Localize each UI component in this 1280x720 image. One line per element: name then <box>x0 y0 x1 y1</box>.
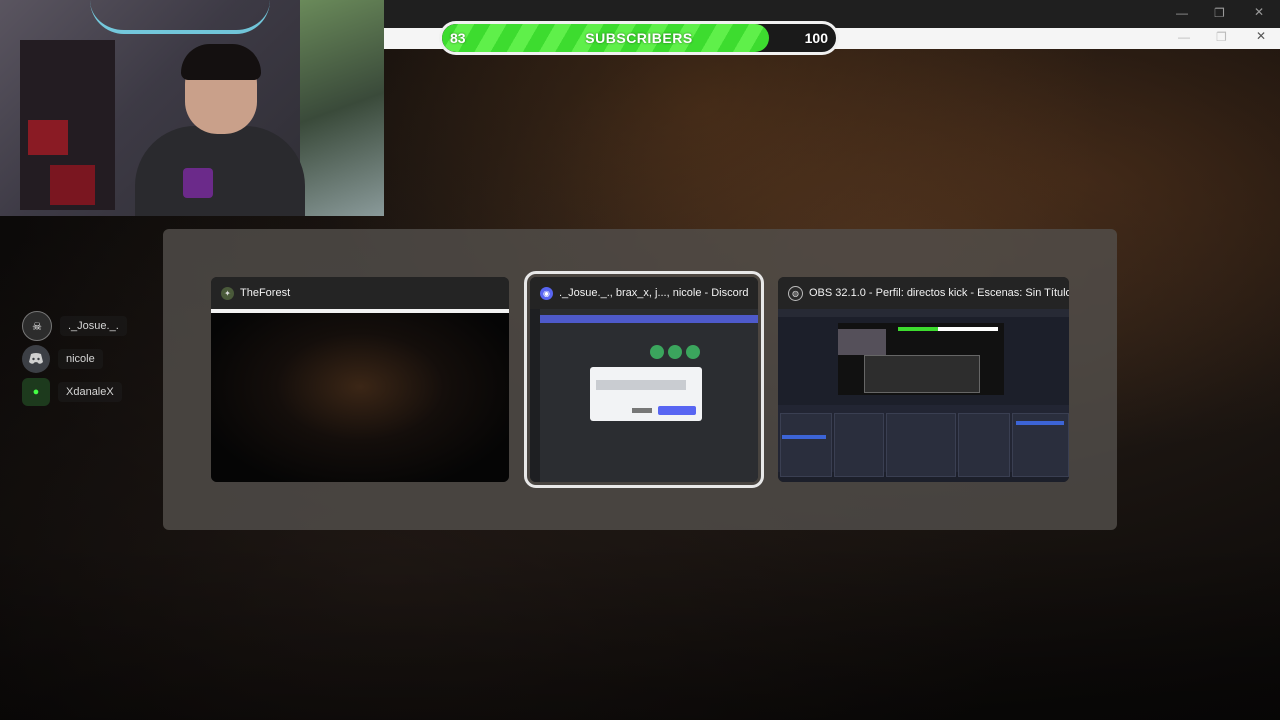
window-caption: ✦ TheForest <box>211 277 509 309</box>
voice-user-name: nicole <box>58 349 103 369</box>
preview-top-bar <box>211 309 509 313</box>
discord-audio-dialog <box>590 367 702 421</box>
discord-banner <box>540 315 758 323</box>
obs-menu-bar <box>778 309 1069 317</box>
webcam-overlay <box>0 0 384 216</box>
window-thumbnail-obs[interactable]: ◍ OBS 32.1.0 - Perfil: directos kick - E… <box>778 277 1069 482</box>
obs-transitions-dock <box>958 413 1010 477</box>
obs-webcam-source <box>838 329 886 355</box>
discord-voice-avatars <box>650 345 720 361</box>
theforest-preview <box>211 309 509 482</box>
green-avatar-icon: ● <box>22 378 50 406</box>
voice-user: ☠ ._Josue._. <box>22 311 127 341</box>
discord-server-list <box>530 309 540 482</box>
obs-inner-panel <box>864 355 980 393</box>
obs-canvas <box>838 323 1004 395</box>
voice-overlay: ☠ ._Josue._. nicole ● XdanaleX <box>22 311 127 411</box>
dialog-cancel <box>632 408 652 413</box>
minimize-icon-2[interactable]: — <box>1178 30 1190 44</box>
obs-scenes-dock <box>780 413 832 477</box>
discord-preview <box>530 309 758 482</box>
dialog-confirm <box>658 406 696 415</box>
streamer <box>135 44 305 216</box>
shelf-box <box>50 165 95 205</box>
window-thumbnail-theforest[interactable]: ✦ TheForest <box>211 277 509 482</box>
hoodie <box>135 126 305 216</box>
restore-icon[interactable]: ❐ <box>1214 6 1225 20</box>
shelf-box <box>28 120 68 155</box>
obs-sub-fill <box>898 327 938 331</box>
obs-preview <box>778 309 1069 482</box>
obs-start-button <box>1016 421 1064 425</box>
skull-avatar-icon: ☠ <box>22 311 52 341</box>
subscriber-goal-count: 100 <box>804 30 828 46</box>
voice-user: nicole <box>22 345 127 373</box>
voice-user-name: XdanaleX <box>58 382 122 402</box>
wall-art <box>300 0 384 216</box>
window-caption: ◉ ._Josue._., brax_x, j..., nicole - Dis… <box>530 277 758 309</box>
close-icon-2[interactable]: ✕ <box>1256 29 1266 43</box>
window-title: TheForest <box>240 287 291 299</box>
neon-light <box>90 0 270 34</box>
shelf <box>20 40 115 210</box>
subscriber-current-count: 83 <box>450 30 466 46</box>
window-title: ._Josue._., brax_x, j..., nicole - Disco… <box>559 287 749 299</box>
discord-icon: ◉ <box>540 286 553 300</box>
subscriber-goal-bar: SUBSCRIBERS 83 100 <box>439 21 839 55</box>
voice-user-name: ._Josue._. <box>60 316 127 336</box>
obs-sources-dock <box>834 413 884 477</box>
window-caption: ◍ OBS 32.1.0 - Perfil: directos kick - E… <box>778 277 1069 309</box>
restore-icon-2[interactable]: ❐ <box>1216 30 1227 44</box>
dialog-description <box>596 380 686 390</box>
obs-icon: ◍ <box>788 285 803 301</box>
ground-shadow <box>0 540 1280 720</box>
obs-audio-mixer <box>886 413 956 477</box>
obs-active-scene <box>782 435 826 439</box>
window-thumbnail-discord[interactable]: ◉ ._Josue._., brax_x, j..., nicole - Dis… <box>524 271 764 488</box>
hair <box>181 44 261 80</box>
theforest-icon: ✦ <box>221 286 234 300</box>
minimize-icon[interactable]: — <box>1176 6 1188 20</box>
close-icon[interactable]: ✕ <box>1254 5 1264 19</box>
voice-user: ● XdanaleX <box>22 378 127 406</box>
window-title: OBS 32.1.0 - Perfil: directos kick - Esc… <box>809 287 1069 299</box>
microphone <box>183 168 213 198</box>
subscriber-goal-label: SUBSCRIBERS <box>585 30 693 46</box>
discord-logo-icon <box>22 345 50 373</box>
